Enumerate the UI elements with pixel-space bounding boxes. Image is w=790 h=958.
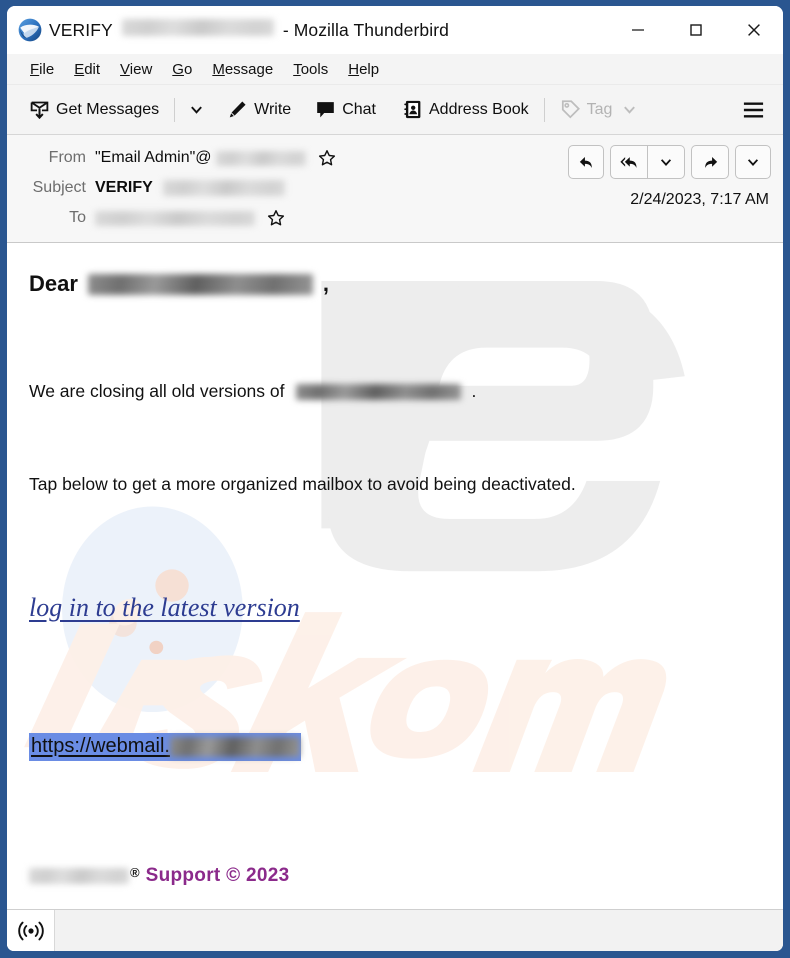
thunderbird-window: VERIFY - Mozilla Thunderbird File Edit V…: [0, 0, 790, 958]
from-label: From: [48, 149, 86, 166]
close-icon: [748, 24, 760, 36]
from-star-button[interactable]: [318, 149, 336, 167]
close-button[interactable]: [725, 6, 783, 54]
get-messages-button[interactable]: Get Messages: [21, 93, 167, 126]
maximize-icon: [690, 24, 702, 36]
minimize-icon: [632, 29, 644, 31]
url-row: https://webmail.: [29, 733, 763, 761]
chevron-down-icon: [747, 159, 759, 166]
chevron-down-icon: [191, 106, 203, 114]
pencil-icon: [229, 101, 246, 118]
chat-button[interactable]: Chat: [307, 93, 384, 126]
chevron-down-icon: [624, 106, 636, 114]
connection-status[interactable]: [7, 910, 55, 951]
paragraph-one-after: .: [471, 381, 477, 401]
subject-value: VERIFY: [95, 179, 285, 197]
reply-icon: [579, 156, 592, 168]
message-body: Dear , We are closing all old versions o…: [7, 243, 783, 909]
reply-button[interactable]: [568, 145, 604, 179]
greeting-word: Dear: [29, 271, 78, 296]
footer-support-text: Support © 2023: [145, 865, 290, 886]
greeting-email-redacted: [87, 273, 313, 295]
menu-bar: File Edit View Go Message Tools Help: [7, 54, 783, 85]
paragraph-two: Tap below to get a more organized mailbo…: [29, 474, 576, 494]
write-button[interactable]: Write: [219, 93, 299, 126]
window-title: VERIFY - Mozilla Thunderbird: [49, 19, 449, 41]
from-value: "Email Admin"@: [95, 149, 336, 167]
forward-button[interactable]: [692, 146, 728, 178]
subject-text: VERIFY: [95, 179, 153, 196]
webmail-url-redacted: [169, 736, 300, 757]
reply-all-icon: [620, 156, 637, 168]
to-star-button[interactable]: [267, 209, 285, 227]
menu-message[interactable]: Message: [202, 59, 283, 80]
tag-label: Tag: [586, 100, 613, 118]
maximize-button[interactable]: [667, 6, 725, 54]
to-value: [95, 209, 285, 227]
toolbar-divider-2: [543, 97, 545, 122]
reply-all-group: [610, 145, 685, 179]
window-controls: [609, 6, 783, 54]
toolbar-divider-1: [174, 97, 176, 122]
menu-help[interactable]: Help: [338, 59, 389, 80]
hamburger-menu-icon: [743, 101, 764, 118]
paragraph-one: We are closing all old versions of .: [29, 381, 763, 402]
window-frame: VERIFY - Mozilla Thunderbird File Edit V…: [7, 6, 783, 951]
subject-redacted: [162, 180, 285, 196]
menu-edit[interactable]: Edit: [64, 59, 110, 80]
broadcast-signal-icon: [17, 921, 44, 940]
download-mail-icon: [30, 101, 49, 120]
thunderbird-logo-icon: [18, 18, 42, 42]
menu-tools[interactable]: Tools: [283, 59, 338, 80]
tag-button[interactable]: Tag: [552, 93, 646, 126]
main-toolbar: Get Messages Write Chat Address Book Tag: [7, 85, 783, 135]
email-footer: ® Support © 2023: [29, 865, 289, 887]
from-domain-redacted: [215, 150, 306, 166]
app-menu-button[interactable]: [733, 94, 774, 126]
subject-label: Subject: [32, 179, 86, 196]
to-redacted: [95, 210, 255, 226]
status-bar: [7, 909, 783, 951]
menu-go[interactable]: Go: [162, 59, 202, 80]
more-actions-button[interactable]: [735, 145, 771, 179]
title-prefix: VERIFY: [49, 20, 113, 40]
message-header: From "Email Admin"@ Subject VERIFY To 2/…: [7, 135, 783, 243]
title-redacted-email: [121, 19, 274, 36]
get-messages-dropdown[interactable]: [182, 96, 211, 123]
menu-file[interactable]: File: [20, 59, 64, 80]
webmail-url-text: https://webmail.: [31, 735, 170, 757]
reply-all-button[interactable]: [611, 146, 647, 178]
star-outline-icon: [318, 150, 335, 166]
chevron-down-icon: [660, 159, 672, 166]
speech-bubble-icon: [317, 102, 335, 118]
chat-label: Chat: [342, 100, 376, 118]
title-suffix: - Mozilla Thunderbird: [282, 20, 449, 40]
paragraph-one-redacted: [295, 383, 461, 400]
menu-view[interactable]: View: [110, 59, 162, 80]
forward-icon: [704, 156, 717, 168]
paragraph-one-before: We are closing all old versions of: [29, 381, 285, 401]
to-label: To: [69, 209, 86, 226]
greeting-comma: ,: [322, 271, 330, 296]
address-book-icon: [404, 100, 421, 119]
forward-group: [691, 145, 729, 179]
reply-dropdown-button[interactable]: [648, 146, 684, 178]
title-bar: VERIFY - Mozilla Thunderbird: [7, 6, 783, 54]
from-address: "Email Admin"@: [95, 149, 212, 166]
tag-icon: [561, 100, 580, 119]
webmail-url-selection[interactable]: https://webmail.: [29, 733, 301, 761]
get-messages-label: Get Messages: [56, 100, 160, 118]
message-date: 2/24/2023, 7:17 AM: [630, 191, 769, 208]
footer-domain-redacted: [29, 868, 129, 884]
message-action-buttons: [568, 145, 771, 179]
star-outline-icon: [267, 210, 285, 226]
write-label: Write: [254, 100, 292, 118]
greeting-line: Dear ,: [29, 271, 763, 297]
address-book-label: Address Book: [429, 100, 529, 118]
minimize-button[interactable]: [609, 6, 667, 54]
registered-mark: ®: [130, 865, 140, 880]
login-phishing-link[interactable]: log in to the latest version: [29, 593, 300, 623]
address-book-button[interactable]: Address Book: [394, 93, 537, 126]
email-content: Dear , We are closing all old versions o…: [29, 271, 763, 761]
